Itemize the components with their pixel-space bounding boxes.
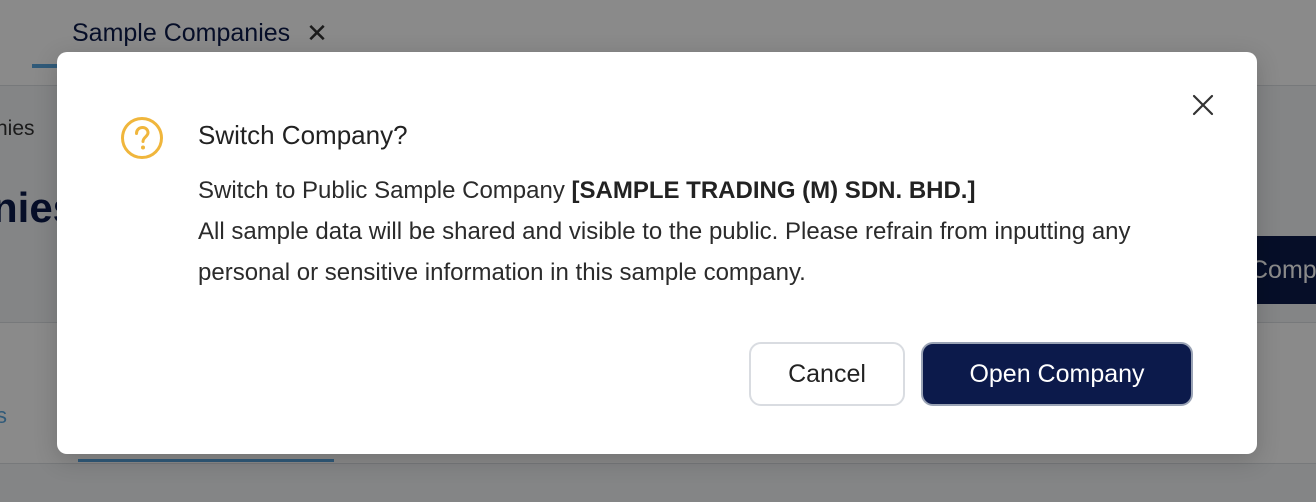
message-line-1: Switch to Public Sample Company [SAMPLE …: [198, 170, 1198, 211]
cancel-button[interactable]: Cancel: [749, 342, 905, 406]
open-company-button[interactable]: Open Company: [921, 342, 1193, 406]
message-line-2: All sample data will be shared and visib…: [198, 218, 1131, 286]
switch-company-dialog: Switch Company? Switch to Public Sample …: [57, 52, 1257, 454]
question-circle-icon: [120, 116, 164, 160]
close-icon[interactable]: [1188, 90, 1218, 120]
dialog-message: Switch to Public Sample Company [SAMPLE …: [198, 170, 1198, 293]
message-prefix: Switch to Public Sample Company: [198, 177, 572, 204]
company-name: [SAMPLE TRADING (M) SDN. BHD.]: [571, 177, 976, 204]
dialog-title: Switch Company?: [198, 120, 408, 150]
